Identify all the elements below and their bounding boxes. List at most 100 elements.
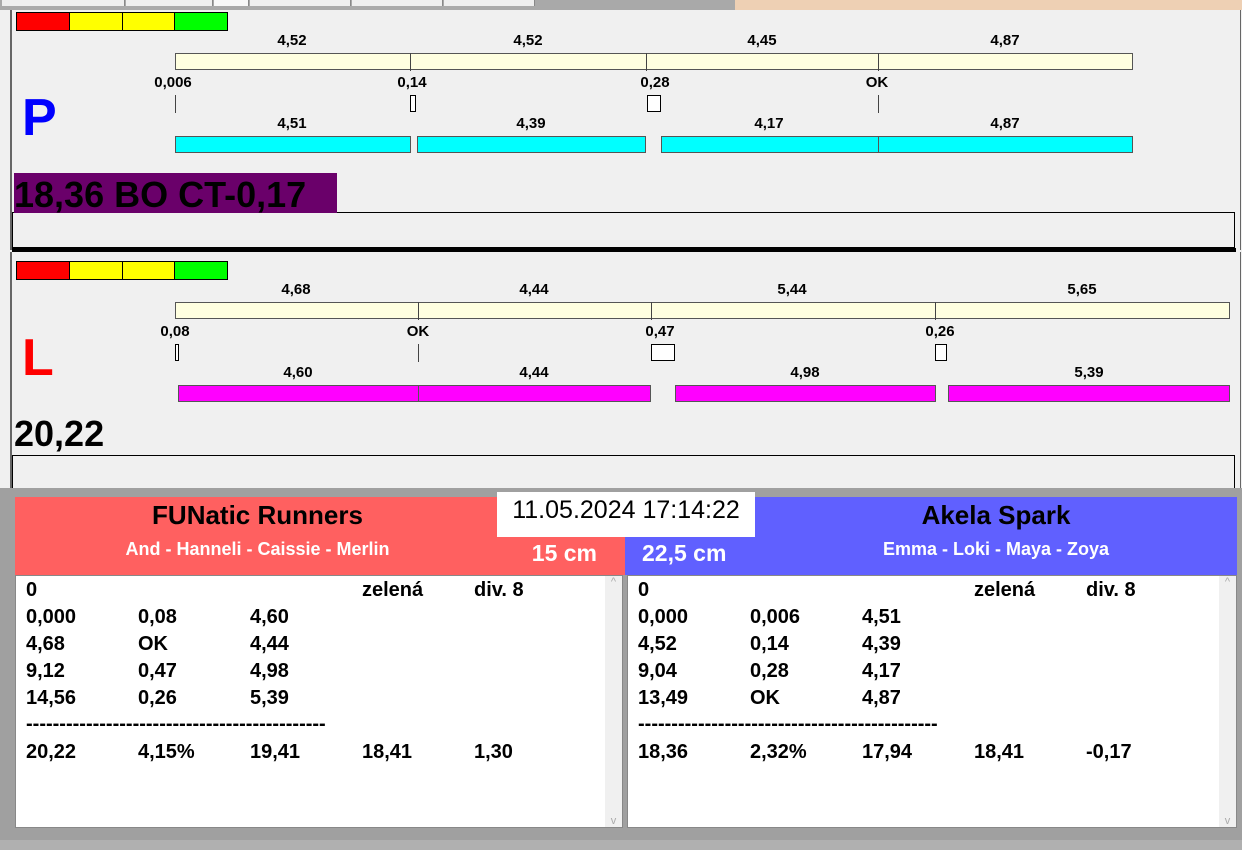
list-cell: zelená	[362, 579, 424, 601]
list-cell: div. 8	[474, 579, 524, 601]
l-split-bar	[675, 385, 936, 402]
l-marker: 0,47	[645, 323, 675, 340]
gap-box	[651, 344, 675, 361]
p-top-bar	[175, 53, 1133, 70]
color-scale	[16, 12, 228, 31]
list-cell: 4,98	[250, 660, 289, 682]
list-cell: OK	[138, 633, 168, 655]
total-cell: 18,41	[362, 741, 413, 763]
gap-box	[935, 344, 947, 361]
l-bottom-value: 4,60	[283, 364, 313, 381]
separator: ----------------------------------------…	[26, 713, 326, 735]
list-cell: 0,000	[26, 606, 77, 628]
header-area	[735, 0, 1242, 10]
p-lane-letter: P	[22, 89, 57, 147]
l-info-box	[12, 455, 1235, 489]
l-bottom-value: 5,39	[1074, 364, 1104, 381]
p-status: 18,36 BO CT-0,17	[14, 173, 337, 213]
list-cell: 0	[638, 579, 650, 601]
color-scale	[16, 261, 228, 280]
total-cell: 2,32%	[750, 741, 807, 763]
tab[interactable]	[2, 0, 125, 6]
gap-box	[410, 95, 416, 112]
total-cell: 18,36	[638, 741, 689, 763]
tab[interactable]	[126, 0, 213, 6]
l-top-value: 5,44	[777, 281, 807, 298]
list-cell: 4,87	[862, 687, 901, 709]
list-cell: 0,26	[138, 687, 177, 709]
left-results-list[interactable]: ^ v 0 zelená div. 8 0,000 0,08 4,60 4,68 OK 4,44 9,…	[15, 575, 623, 828]
list-cell: zelená	[974, 579, 1036, 601]
l-split-bar	[418, 385, 651, 402]
tab[interactable]	[444, 0, 535, 6]
total-cell: 4,15%	[138, 741, 195, 763]
list-cell: 0,28	[750, 660, 789, 682]
scrollbar[interactable]: ^ v	[605, 576, 622, 827]
scrollbar[interactable]: ^ v	[1219, 576, 1236, 827]
p-bottom-value: 4,87	[990, 115, 1020, 132]
p-bottom-value: 4,39	[516, 115, 546, 132]
list-cell: 9,12	[26, 660, 65, 682]
l-lane-letter: L	[22, 329, 54, 387]
list-cell: 4,39	[862, 633, 901, 655]
p-marker: 0,14	[397, 74, 427, 91]
list-cell: 5,39	[250, 687, 289, 709]
left-team-distance: 15 cm	[531, 540, 597, 566]
p-split-bar	[417, 136, 646, 153]
l-marker: 0,08	[160, 323, 190, 340]
l-split-bar	[948, 385, 1230, 402]
list-cell: OK	[750, 687, 780, 709]
l-top-value: 4,44	[519, 281, 549, 298]
p-top-value: 4,52	[513, 32, 543, 49]
list-cell: 0,14	[750, 633, 789, 655]
list-cell: 0,08	[138, 606, 177, 628]
list-cell: 4,68	[26, 633, 65, 655]
l-top-value: 4,68	[281, 281, 311, 298]
list-cell: div. 8	[1086, 579, 1136, 601]
gap-box	[647, 95, 661, 112]
datetime: 11.05.2024 17:14:22	[497, 492, 755, 537]
separator: ----------------------------------------…	[638, 713, 938, 735]
tab[interactable]	[214, 0, 249, 6]
total-cell: -0,17	[1086, 741, 1132, 763]
p-bottom-value: 4,51	[277, 115, 307, 132]
p-top-value: 4,87	[990, 32, 1020, 49]
list-cell: 0,000	[638, 606, 689, 628]
left-team-members: And - Hanneli - Caissie - Merlin	[125, 539, 390, 559]
list-cell: 9,04	[638, 660, 677, 682]
right-results-list[interactable]: ^ v 0 zelená div. 8 0,000 0,006 4,51 4,52 0,14 4,3…	[627, 575, 1237, 828]
right-team-name: Akela Spark	[921, 500, 1071, 530]
tab-strip[interactable]	[0, 0, 735, 10]
p-split-bar	[661, 136, 879, 153]
l-status: 20,22	[14, 413, 105, 454]
l-bottom-value: 4,98	[790, 364, 820, 381]
l-top-value: 5,65	[1067, 281, 1097, 298]
l-panel	[10, 252, 1241, 488]
tab[interactable]	[352, 0, 443, 6]
p-marker: 0,006	[154, 74, 192, 91]
right-team-distance: 22,5 cm	[642, 540, 727, 566]
list-cell: 0	[26, 579, 38, 601]
list-cell: 0,47	[138, 660, 177, 682]
list-cell: 4,60	[250, 606, 289, 628]
list-cell: 13,49	[638, 687, 689, 709]
total-cell: 19,41	[250, 741, 301, 763]
p-split-bar	[175, 136, 411, 153]
total-cell: 18,41	[974, 741, 1025, 763]
p-top-value: 4,52	[277, 32, 307, 49]
l-top-bar	[175, 302, 1230, 319]
tab[interactable]	[250, 0, 351, 6]
total-cell: 17,94	[862, 741, 913, 763]
l-bottom-value: 4,44	[519, 364, 549, 381]
l-split-bar	[178, 385, 419, 402]
list-cell: 4,52	[638, 633, 677, 655]
left-team-name: FUNatic Runners	[152, 500, 363, 530]
p-marker: OK	[865, 74, 889, 91]
p-marker: 0,28	[640, 74, 670, 91]
list-cell: 4,44	[250, 633, 289, 655]
l-marker: OK	[406, 323, 430, 340]
l-marker: 0,26	[925, 323, 955, 340]
p-info-box	[12, 212, 1235, 248]
list-cell: 4,51	[862, 606, 901, 628]
p-top-value: 4,45	[747, 32, 777, 49]
